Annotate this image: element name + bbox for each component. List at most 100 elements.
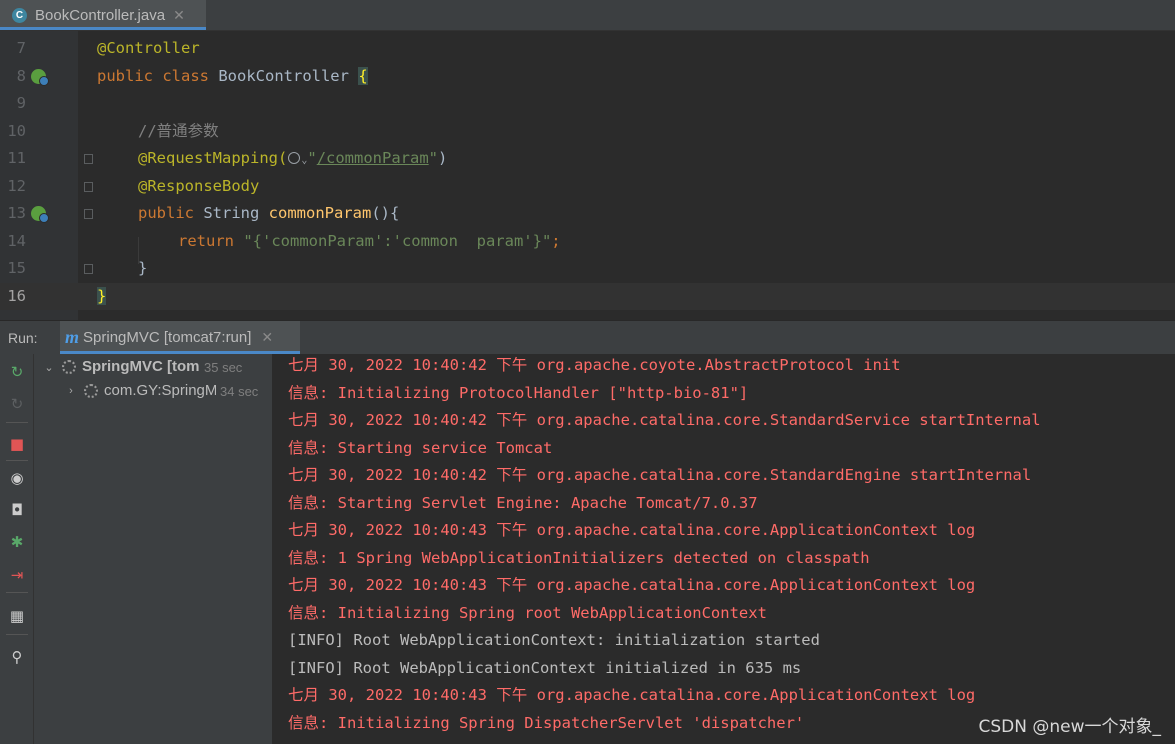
code-text: }	[138, 255, 147, 283]
code-line-current: 16 }	[0, 282, 1175, 311]
spinner-icon	[84, 384, 98, 398]
console-line: 信息: 1 Spring WebApplicationInitializers …	[288, 548, 870, 567]
code-line: 10 //普通参数	[0, 118, 1175, 146]
keyword-token: public class	[97, 66, 219, 85]
code-text: @ResponseBody	[138, 173, 259, 201]
run-tree: ⌄ SpringMVC [tomcat7:run] 35 sec › com.G…	[34, 354, 273, 744]
globe-icon[interactable]	[288, 152, 301, 164]
console-line: 七月 30, 2022 10:40:43 下午 org.apache.catal…	[288, 576, 976, 594]
spinner-icon	[62, 360, 76, 374]
view-icon[interactable]: ◉	[7, 468, 27, 488]
params-token: (){	[371, 204, 400, 222]
console-output[interactable]: 七月 30, 2022 10:40:42 下午 org.apache.coyot…	[273, 354, 1175, 744]
line-number: 8	[16, 66, 26, 85]
matched-brace: }	[97, 286, 107, 305]
fold-marker[interactable]	[84, 264, 93, 274]
pin-icon[interactable]: ⚲	[7, 647, 27, 667]
fold-marker[interactable]	[84, 154, 93, 164]
java-class-icon: C	[12, 7, 27, 23]
fold-marker[interactable]	[84, 181, 93, 192]
run-toolbar: ↻ ↻ ■ ◉ ◘ ✱ ⇥ ▦ ⚲	[0, 354, 34, 744]
editor-tab-label: BookController.java	[35, 6, 166, 24]
string-quote: "	[307, 149, 317, 167]
method-name-token: commonParam	[268, 204, 372, 222]
code-line: 13 public String commonParam(){	[0, 200, 1175, 228]
paren-token: )	[438, 149, 448, 167]
annotation-token: @RequestMapping(	[138, 149, 288, 167]
type-token: String	[203, 204, 269, 222]
console-line: 七月 30, 2022 10:40:42 下午 org.apache.coyot…	[288, 356, 901, 374]
line-number: 10	[7, 121, 26, 140]
console-line: 七月 30, 2022 10:40:43 下午 org.apache.catal…	[288, 521, 976, 539]
line-number: 9	[16, 94, 26, 112]
console-line: 信息: Initializing Spring DispatcherServle…	[288, 713, 805, 732]
comment-token: //普通参数	[138, 121, 219, 140]
console-line: [INFO] Root WebApplicationContext: initi…	[288, 631, 820, 649]
brace-token: }	[138, 259, 148, 277]
watermark: CSDN @new一个对象_	[978, 717, 1161, 737]
spring-bean-icon[interactable]	[31, 206, 49, 223]
run-tab-label: SpringMVC [tomcat7:run]	[83, 329, 252, 346]
editor-tab-bar: C BookController.java ✕	[0, 0, 1175, 31]
camera-icon[interactable]: ◘	[7, 500, 27, 520]
code-line: 14 return "{'commonParam':'common param'…	[0, 228, 1175, 256]
line-number: 14	[7, 231, 26, 250]
toolbar-separator	[6, 634, 28, 635]
console-line: 信息: Initializing Spring root WebApplicat…	[288, 603, 767, 622]
editor-tab-bookcontroller[interactable]: C BookController.java ✕	[0, 0, 206, 30]
line-number: 16	[7, 286, 26, 305]
console-line: 信息: Starting service Tomcat	[288, 438, 553, 457]
code-line: 8 public class BookController {	[0, 63, 1175, 91]
tree-row-springmvc[interactable]: ⌄ SpringMVC [tomcat7:run] 35 sec	[34, 354, 272, 380]
annotation-token: @ResponseBody	[138, 176, 260, 195]
semicolon-token: ;	[551, 231, 561, 250]
stop-icon[interactable]: ■	[7, 434, 27, 454]
line-number: 7	[16, 39, 26, 57]
string-token: "{'commonParam':'common param'}"	[243, 231, 552, 250]
tree-duration: 34 sec	[220, 383, 259, 399]
run-tool-window-header: Run: m SpringMVC [tomcat7:run] ✕	[0, 320, 1175, 354]
rerun-failed-icon[interactable]: ↻	[7, 394, 27, 414]
keyword-token: return	[178, 231, 244, 250]
code-text: public String commonParam(){	[138, 200, 399, 228]
layout-icon[interactable]: ▦	[7, 606, 27, 626]
toolbar-separator	[6, 422, 28, 423]
rerun-icon[interactable]: ↻	[7, 362, 27, 382]
close-icon[interactable]: ✕	[173, 7, 185, 24]
code-editor[interactable]: 7 @Controller 8 public class BookControl…	[0, 31, 1175, 320]
line-number: 12	[7, 176, 26, 195]
annotation-token: @Controller	[97, 39, 200, 57]
maven-icon: m	[65, 327, 80, 347]
debug-icon[interactable]: ✱	[7, 532, 27, 552]
keyword-token: public	[138, 204, 204, 222]
run-tab-springmvc[interactable]: m SpringMVC [tomcat7:run] ✕	[60, 321, 300, 354]
code-text: //普通参数	[138, 118, 219, 146]
console-line: 七月 30, 2022 10:40:42 下午 org.apache.catal…	[288, 466, 1032, 484]
request-path-link[interactable]: /commonParam	[317, 149, 429, 167]
tree-label-wrap: com.GY:SpringMVC	[104, 382, 216, 400]
code-text: }	[97, 283, 107, 311]
code-text: return "{'commonParam':'common param'}";	[178, 228, 561, 256]
close-icon[interactable]: ✕	[261, 329, 273, 346]
tree-label-wrap: SpringMVC [tomcat7:run]	[82, 358, 200, 376]
code-line: 12 @ResponseBody	[0, 173, 1175, 201]
chevron-right-icon[interactable]: ›	[64, 385, 78, 397]
run-label: Run:	[8, 330, 38, 346]
code-line: 9	[0, 90, 1175, 118]
code-line: 15 }	[0, 255, 1175, 283]
code-line: 7 @Controller	[0, 35, 1175, 63]
exit-icon[interactable]: ⇥	[7, 565, 27, 585]
fold-marker[interactable]	[84, 209, 93, 219]
class-name-token: BookController	[218, 66, 359, 85]
chevron-down-icon[interactable]: ⌄	[42, 361, 56, 374]
code-text: public class BookController {	[97, 63, 368, 91]
string-quote: "	[428, 149, 439, 167]
tree-duration: 35 sec	[204, 359, 243, 375]
spring-bean-icon[interactable]	[31, 68, 49, 86]
line-number: 13	[7, 204, 26, 222]
code-text: @RequestMapping(⌄"/commonParam")	[138, 145, 447, 175]
tree-row-com-gy[interactable]: › com.GY:SpringMVC 34 sec	[34, 378, 272, 404]
console-line: 七月 30, 2022 10:40:42 下午 org.apache.catal…	[288, 411, 1041, 429]
code-text: @Controller	[97, 35, 200, 63]
tree-label: com.GY:SpringMVC	[104, 382, 216, 399]
